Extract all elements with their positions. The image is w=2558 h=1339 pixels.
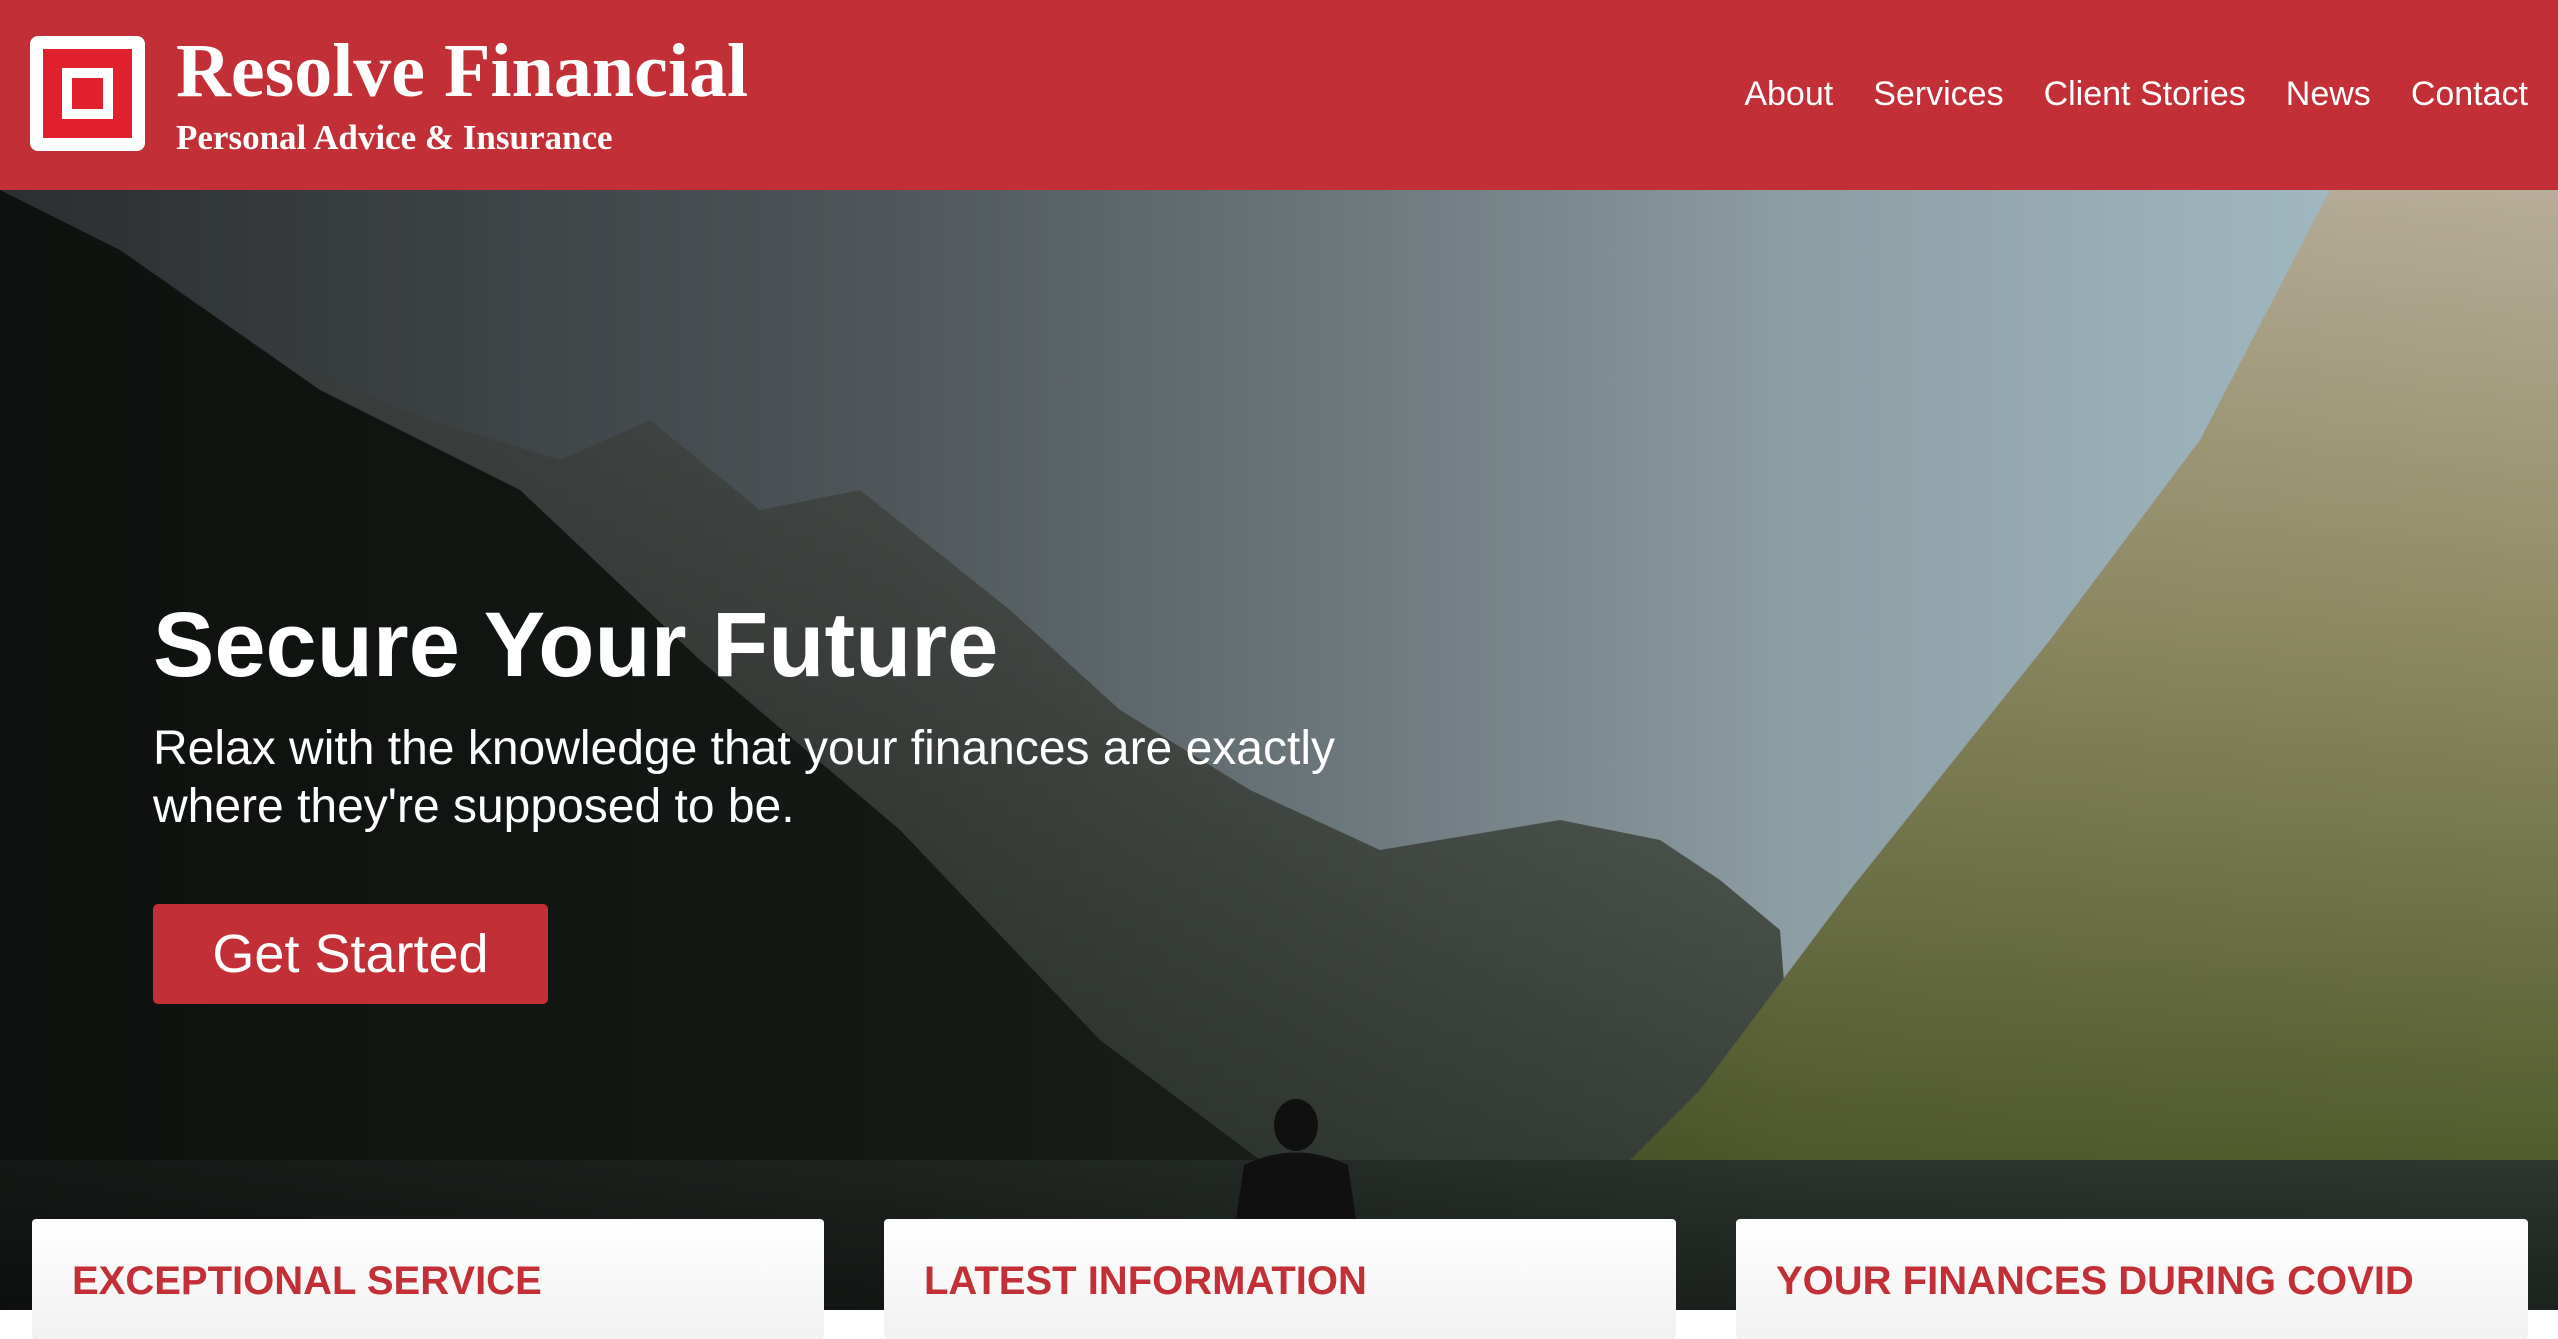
card-finances-covid[interactable]: YOUR FINANCES DURING COVID xyxy=(1736,1219,2528,1339)
nav-item-client-stories[interactable]: Client Stories xyxy=(2044,70,2246,118)
brand-logo-icon[interactable] xyxy=(30,36,145,151)
logo-inner-square xyxy=(62,68,113,119)
hero-section: Secure Your Future Relax with the knowle… xyxy=(0,190,2558,1310)
hero-subtitle: Relax with the knowledge that your finan… xyxy=(153,722,1335,833)
nav-item-contact[interactable]: Contact xyxy=(2411,70,2528,118)
nav-item-services[interactable]: Services xyxy=(1873,70,2003,118)
card-title: YOUR FINANCES DURING COVID xyxy=(1776,1259,2414,1303)
logo-outer-square xyxy=(43,49,132,138)
nav-item-about[interactable]: About xyxy=(1744,70,1833,118)
card-title: LATEST INFORMATION xyxy=(924,1259,1367,1303)
brand-name[interactable]: Resolve Financial xyxy=(176,26,748,116)
nav-item-news[interactable]: News xyxy=(2286,70,2371,118)
card-exceptional-service[interactable]: EXCEPTIONAL SERVICE xyxy=(32,1219,824,1339)
main-nav: About Services Client Stories News Conta… xyxy=(1744,70,2528,118)
hero-title: Secure Your Future xyxy=(153,594,999,696)
card-latest-information[interactable]: LATEST INFORMATION xyxy=(884,1219,1676,1339)
card-title: EXCEPTIONAL SERVICE xyxy=(72,1259,542,1303)
brand-tagline: Personal Advice & Insurance xyxy=(176,118,613,157)
get-started-button[interactable]: Get Started xyxy=(153,904,548,1004)
site-header: Resolve Financial Personal Advice & Insu… xyxy=(0,0,2558,190)
